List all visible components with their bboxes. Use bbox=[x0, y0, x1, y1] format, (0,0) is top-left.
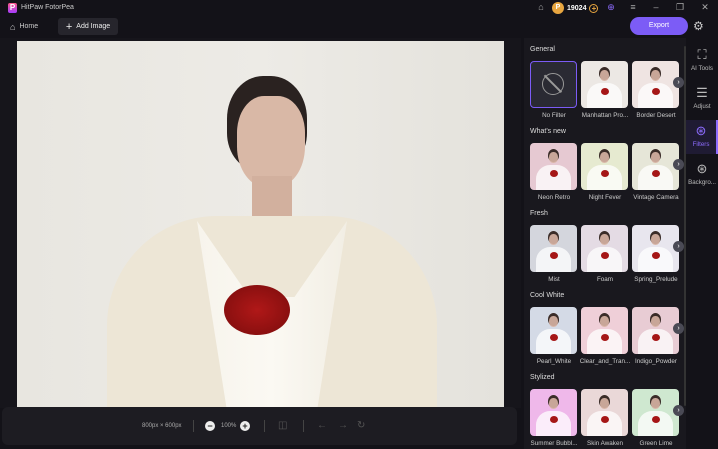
rail-item-adjust[interactable]: ☰ Adjust bbox=[686, 82, 718, 116]
add-image-label: Add Image bbox=[76, 23, 111, 30]
coin-count: 19024 bbox=[567, 4, 587, 12]
filter-thumb[interactable] bbox=[581, 225, 628, 272]
filter-label: Indigo_Powder bbox=[634, 358, 677, 365]
undo-icon[interactable]: ← bbox=[317, 420, 327, 431]
filter-section-title: Stylized bbox=[530, 374, 555, 381]
restore-icon[interactable]: ❐ bbox=[674, 2, 686, 13]
filters-panel: General No Filter Manhattan Pro... Border D… bbox=[524, 38, 686, 449]
filter-label: Foam bbox=[596, 276, 614, 283]
rail-label: Filters bbox=[692, 141, 710, 148]
scroll-right-button[interactable]: › bbox=[673, 405, 684, 416]
image-dimensions: 800px × 600px bbox=[142, 423, 182, 429]
rail-item-aitools[interactable]: ⛶ AI Tools bbox=[686, 44, 718, 78]
tool-rail: ⛶ AI Tools ☰ Adjust ⊛ Filters ⊛ Backgro... bbox=[686, 38, 718, 449]
filter-thumb[interactable] bbox=[632, 307, 679, 354]
rail-item-filters[interactable]: ⊛ Filters bbox=[686, 120, 718, 154]
background-icon: ⊛ bbox=[696, 161, 708, 176]
filter-thumb[interactable] bbox=[530, 307, 577, 354]
compare-icon[interactable]: ◫ bbox=[278, 420, 287, 431]
filter-thumb[interactable] bbox=[632, 61, 679, 108]
export-button[interactable]: Export bbox=[630, 17, 688, 35]
scroll-right-button[interactable]: › bbox=[673, 77, 684, 88]
close-icon[interactable]: ✕ bbox=[699, 2, 711, 13]
upload-icon[interactable]: ⊕ bbox=[605, 2, 617, 13]
divider bbox=[264, 420, 265, 432]
filter-label: Neon Retro bbox=[537, 194, 571, 201]
filter-label: No Filter bbox=[542, 112, 566, 119]
menu-icon[interactable]: ≡ bbox=[627, 2, 639, 12]
filter-label: Skin Awaken bbox=[587, 440, 623, 447]
rail-label: AI Tools bbox=[691, 65, 713, 72]
no-filter-icon bbox=[542, 73, 564, 95]
filter-thumb[interactable] bbox=[632, 389, 679, 436]
filter-label: Manhattan Pro... bbox=[581, 112, 629, 119]
filter-label: Border Desert bbox=[636, 112, 676, 119]
ai-image-icon: ⛶ bbox=[697, 47, 707, 62]
filter-thumb[interactable] bbox=[632, 225, 679, 272]
coin-balance[interactable]: P 19024 + bbox=[552, 2, 601, 14]
scroll-right-button[interactable]: › bbox=[673, 159, 684, 170]
filter-label: Summer Bubbl... bbox=[530, 440, 578, 447]
add-coins-icon[interactable]: + bbox=[589, 3, 599, 13]
filter-section-title: Cool White bbox=[530, 292, 565, 299]
redo-icon[interactable]: → bbox=[338, 420, 348, 431]
scroll-right-button[interactable]: › bbox=[673, 323, 684, 334]
filter-thumb[interactable] bbox=[581, 61, 628, 108]
filter-label: Green Lime bbox=[639, 440, 673, 447]
filter-section-title: What's new bbox=[530, 128, 566, 135]
rail-item-backgro[interactable]: ⊛ Backgro... bbox=[686, 158, 718, 192]
filter-label: Clear_and_Tran... bbox=[579, 358, 631, 365]
filter-label: Mist bbox=[548, 276, 560, 283]
filter-thumb[interactable] bbox=[581, 143, 628, 190]
plus-icon: + bbox=[65, 20, 73, 33]
discord-icon[interactable]: ⌂ bbox=[535, 2, 547, 12]
filter-thumb[interactable] bbox=[581, 389, 628, 436]
toolbar: ⌂ Home + Add Image Export ⚙ bbox=[0, 16, 718, 37]
app-logo: P bbox=[8, 3, 17, 13]
scroll-right-button[interactable]: › bbox=[673, 241, 684, 252]
image-preview bbox=[17, 41, 504, 407]
filter-thumb[interactable] bbox=[581, 307, 628, 354]
home-icon: ⌂ bbox=[10, 21, 16, 32]
rail-label: Backgro... bbox=[688, 179, 716, 186]
zoom-in-button[interactable]: + bbox=[240, 421, 250, 431]
coin-icon: P bbox=[552, 2, 564, 14]
app-title: HitPaw FotorPea bbox=[21, 4, 74, 11]
minimize-icon[interactable]: – bbox=[650, 2, 662, 12]
home-label: Home bbox=[19, 23, 39, 30]
filter-thumb[interactable] bbox=[530, 143, 577, 190]
filter-section-title: General bbox=[530, 46, 555, 53]
bottom-bar: 800px × 600px − 100% + ◫ ← → ↻ bbox=[2, 407, 517, 445]
divider bbox=[303, 420, 304, 432]
filters-icon: ⊛ bbox=[695, 123, 707, 138]
zoom-level: 100% bbox=[221, 423, 237, 429]
title-bar: P HitPaw FotorPea ⌂ P 19024 + ⊕ ≡ – ❐ ✕ bbox=[0, 0, 718, 16]
home-button[interactable]: ⌂ Home bbox=[10, 19, 38, 34]
add-image-button[interactable]: + Add Image bbox=[58, 18, 118, 35]
filter-thumb[interactable] bbox=[530, 61, 577, 108]
divider bbox=[193, 420, 194, 432]
reset-icon[interactable]: ↻ bbox=[357, 420, 365, 431]
rail-label: Adjust bbox=[693, 103, 711, 110]
filter-section-title: Fresh bbox=[530, 210, 548, 217]
filter-thumb[interactable] bbox=[530, 389, 577, 436]
filter-label: Spring_Prelude bbox=[634, 276, 678, 283]
filter-thumb[interactable] bbox=[530, 225, 577, 272]
filter-thumb[interactable] bbox=[632, 143, 679, 190]
filter-label: Vintage Camera bbox=[633, 194, 679, 201]
zoom-out-button[interactable]: − bbox=[205, 421, 215, 431]
filter-label: Pearl_White bbox=[536, 358, 572, 365]
sliders-icon: ☰ bbox=[696, 85, 708, 100]
filter-label: Night Fever bbox=[588, 194, 622, 201]
settings-icon[interactable]: ⚙ bbox=[693, 19, 704, 33]
